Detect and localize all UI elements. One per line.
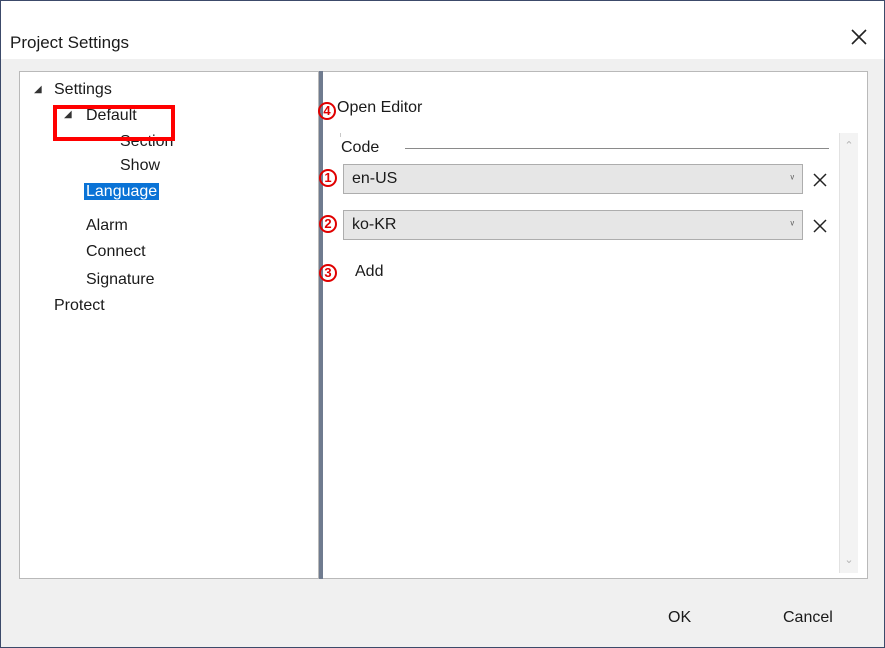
highlight-box bbox=[53, 105, 175, 141]
open-editor-button[interactable]: Open Editor bbox=[337, 99, 422, 117]
tree-item-signature[interactable]: Signature bbox=[86, 270, 155, 290]
vertical-scrollbar[interactable]: ⌃ ⌄ bbox=[839, 133, 858, 573]
ok-button[interactable]: OK bbox=[668, 609, 691, 627]
group-divider bbox=[405, 148, 829, 149]
cancel-button[interactable]: Cancel bbox=[783, 609, 833, 627]
language-code-select-2[interactable]: ko-KR ᵛ bbox=[343, 210, 803, 240]
title-bar: Project Settings bbox=[1, 1, 884, 59]
tree-item-protect[interactable]: Protect bbox=[54, 296, 105, 316]
settings-tree: ◢ Settings ◢ Default Section Show Langua… bbox=[19, 71, 319, 579]
add-code-button[interactable]: Add bbox=[355, 263, 383, 281]
annotation-badge-4: 4 bbox=[318, 102, 336, 120]
window-close-button[interactable] bbox=[844, 21, 874, 55]
code-group-label: Code bbox=[341, 139, 380, 156]
close-icon bbox=[851, 29, 867, 45]
tree-item-language[interactable]: Language bbox=[84, 182, 160, 202]
scroll-down-arrow-icon[interactable]: ⌄ bbox=[840, 551, 858, 569]
close-icon bbox=[813, 219, 827, 233]
window-title: Project Settings bbox=[10, 33, 130, 52]
tree-item-connect[interactable]: Connect bbox=[86, 242, 146, 262]
chevron-down-icon: ᵛ bbox=[790, 173, 794, 185]
remove-code-button-2[interactable] bbox=[809, 213, 831, 239]
chevron-down-icon: ᵛ bbox=[790, 219, 794, 231]
project-settings-window: Project Settings ◢ Settings ◢ Default Se… bbox=[0, 0, 885, 648]
triangle-down-icon[interactable]: ◢ bbox=[34, 84, 42, 95]
annotation-badge-1: 1 bbox=[319, 169, 337, 187]
tree-item-settings[interactable]: Settings bbox=[54, 80, 112, 100]
group-border bbox=[340, 133, 341, 137]
annotation-badge-2: 2 bbox=[319, 215, 337, 233]
language-code-value: en-US bbox=[352, 170, 398, 187]
close-icon bbox=[813, 173, 827, 187]
remove-code-button-1[interactable] bbox=[809, 167, 831, 193]
tree-item-alarm[interactable]: Alarm bbox=[86, 216, 128, 236]
tree-item-show[interactable]: Show bbox=[120, 156, 160, 176]
language-code-value: ko-KR bbox=[352, 216, 397, 233]
language-code-select-1[interactable]: en-US ᵛ bbox=[343, 164, 803, 194]
scroll-up-arrow-icon[interactable]: ⌃ bbox=[840, 137, 858, 155]
annotation-badge-3: 3 bbox=[319, 264, 337, 282]
tree-item-language-label: Language bbox=[84, 183, 160, 200]
